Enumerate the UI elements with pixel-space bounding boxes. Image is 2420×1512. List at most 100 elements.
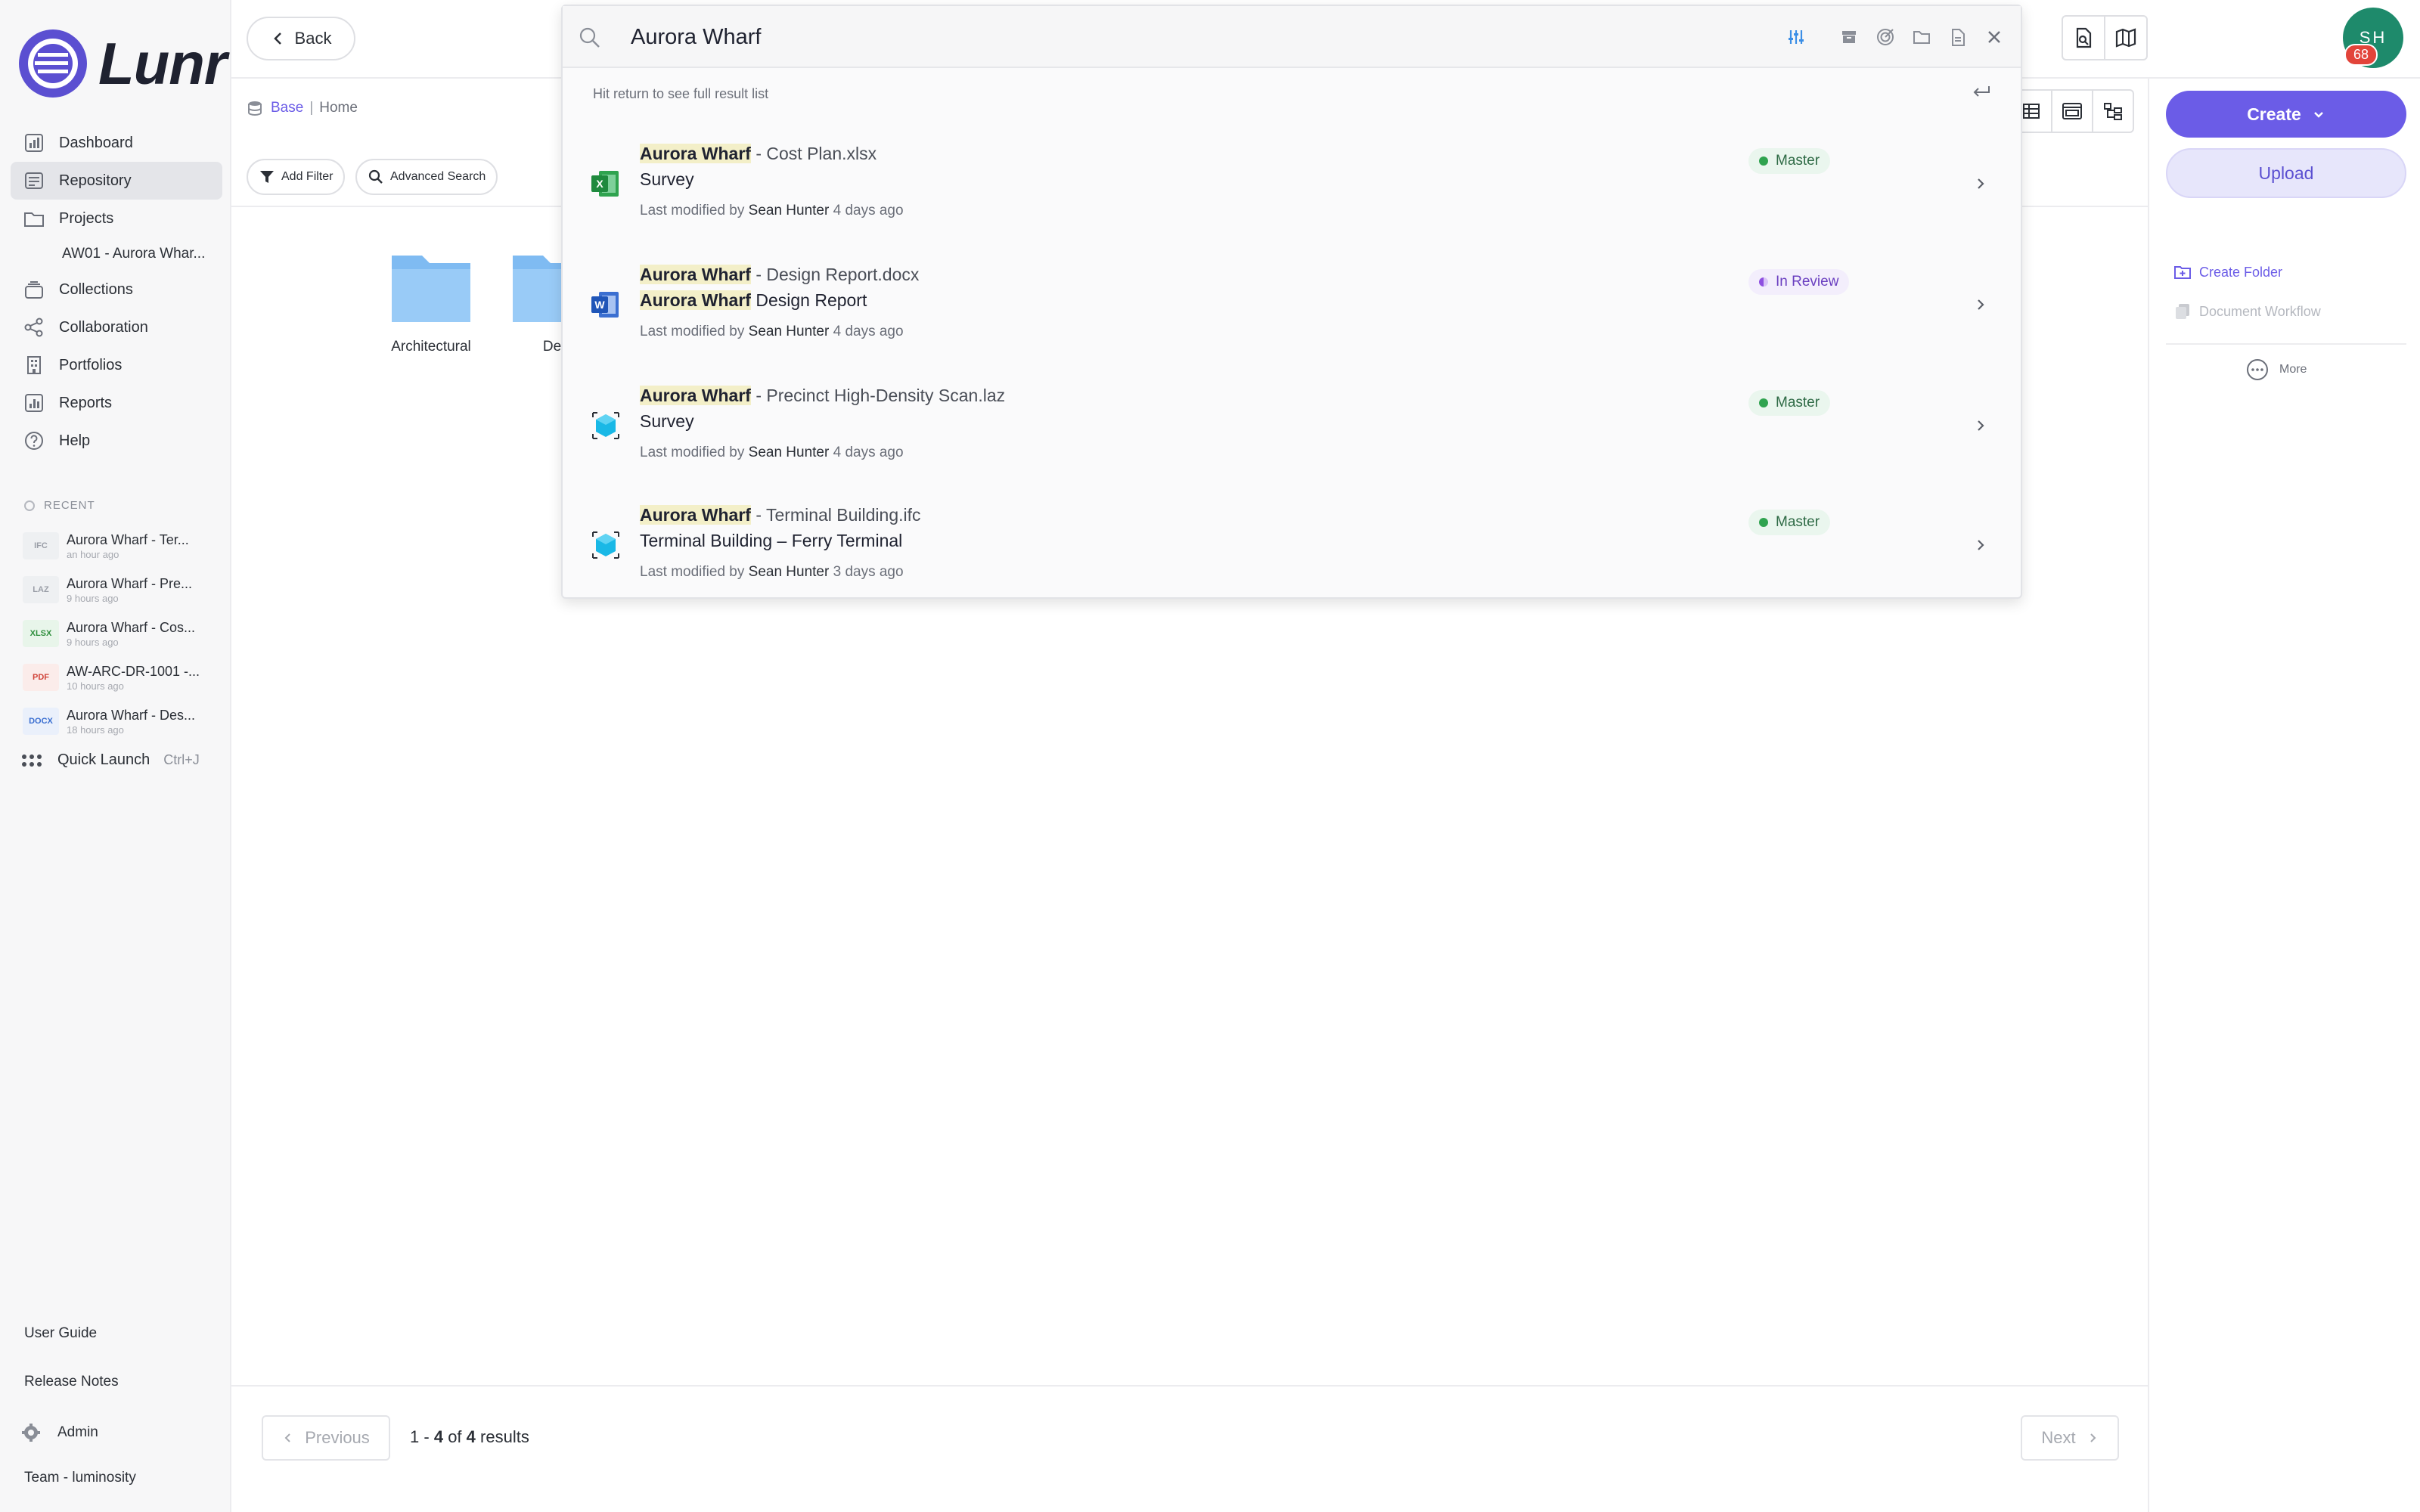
upload-button[interactable]: Upload <box>2166 148 2406 198</box>
sidebar-item-projects[interactable]: Projects <box>11 200 222 237</box>
sidebar-item-reports[interactable]: Reports <box>11 384 222 422</box>
team-switcher[interactable]: Team - luminosity <box>24 1470 136 1486</box>
result-title-rest: - Terminal Building.ifc <box>750 505 921 525</box>
share-icon <box>24 318 43 337</box>
tree-view-button[interactable] <box>2092 89 2134 133</box>
more-icon <box>2247 359 2268 380</box>
status-badge: In Review <box>1748 269 1850 295</box>
point-cloud-file-icon <box>592 412 619 439</box>
result-meta-user: Sean Hunter <box>748 445 830 460</box>
result-title-highlight: Aurora Wharf <box>640 265 751 284</box>
recent-item-time: an hour ago <box>67 548 119 560</box>
search-result-item[interactable]: Aurora Wharf - Terminal Building.ifc Ter… <box>563 488 2021 609</box>
chevron-right-icon <box>1978 420 1984 431</box>
svg-text:X: X <box>596 178 603 190</box>
document-search-button[interactable] <box>2062 15 2105 60</box>
result-meta-prefix: Last modified by <box>640 445 745 460</box>
sidebar-item-collaboration[interactable]: Collaboration <box>11 308 222 346</box>
actions-panel: Create Upload Create Folder Document Wor… <box>2148 79 2420 1512</box>
quick-launch-button[interactable]: Quick Launch Ctrl+J <box>21 751 200 769</box>
chevron-left-icon <box>284 1433 290 1442</box>
create-folder-link[interactable]: Create Folder <box>2173 263 2282 281</box>
back-label: Back <box>294 29 332 48</box>
sidebar-item-label: Projects <box>59 209 114 227</box>
sidebar-item-label: Reports <box>59 394 113 411</box>
word-file-icon: W <box>591 292 619 318</box>
archive-filter-button[interactable] <box>1836 24 1862 50</box>
target-filter-button[interactable] <box>1872 24 1898 50</box>
sidebar-item-project-aw01[interactable]: AW01 - Aurora Whar... <box>11 237 222 271</box>
result-title-highlight: Aurora Wharf <box>640 386 751 405</box>
chevron-down-icon <box>2313 112 2323 118</box>
result-title-highlight: Aurora Wharf <box>640 505 751 525</box>
result-subtitle-rest: Terminal Building – Ferry Terminal <box>640 531 903 550</box>
status-dot-icon <box>1759 156 1768 166</box>
recent-item-name: AW-ARC-DR-1001 -... <box>67 663 200 679</box>
result-meta-prefix: Last modified by <box>640 203 745 218</box>
search-filters-button[interactable] <box>1783 24 1809 50</box>
result-subtitle-rest: Survey <box>640 169 694 189</box>
map-view-button[interactable] <box>2104 15 2148 60</box>
recent-item-name: Aurora Wharf - Pre... <box>67 575 193 591</box>
search-result-item[interactable]: W Aurora Wharf - Design Report.docx Auro… <box>563 248 2021 369</box>
breadcrumb-base-link[interactable]: Base <box>271 100 303 116</box>
status-label: In Review <box>1776 274 1839 290</box>
release-notes-link[interactable]: Release Notes <box>24 1374 119 1390</box>
back-button[interactable]: Back <box>247 17 355 60</box>
result-meta-when: 4 days ago <box>833 324 904 339</box>
admin-link[interactable]: Admin <box>20 1421 98 1444</box>
folder-filter-button[interactable] <box>1909 24 1934 50</box>
search-input[interactable] <box>629 20 1537 54</box>
document-icon <box>1952 29 1965 46</box>
status-half-dot-icon <box>1759 277 1768 287</box>
recent-item[interactable]: DOCX Aurora Wharf - Des... 18 hours ago <box>23 700 219 742</box>
add-filter-label: Add Filter <box>281 170 334 183</box>
more-button[interactable]: More <box>2246 358 2307 381</box>
sidebar-item-dashboard[interactable]: Dashboard <box>11 124 222 162</box>
result-title-rest: - Cost Plan.xlsx <box>750 144 877 163</box>
result-subtitle: Terminal Building – Ferry Terminal <box>640 531 902 551</box>
enter-key-icon <box>1973 86 1990 97</box>
result-meta-prefix: Last modified by <box>640 324 745 339</box>
sidebar-item-help[interactable]: Help <box>11 422 222 460</box>
sidebar-item-collections[interactable]: Collections <box>11 271 222 308</box>
create-button[interactable]: Create <box>2166 91 2406 138</box>
recent-item-name: Aurora Wharf - Cos... <box>67 619 196 635</box>
more-label: More <box>2279 363 2307 376</box>
add-filter-button[interactable]: Add Filter <box>247 159 346 195</box>
previous-page-button[interactable]: Previous <box>262 1415 390 1461</box>
filter-icon <box>260 171 274 183</box>
result-meta: Last modified by Sean Hunter 4 days ago <box>640 324 904 340</box>
status-label: Master <box>1776 514 1820 530</box>
logo[interactable]: Lunr <box>17 27 227 100</box>
recent-item-time: 9 hours ago <box>67 592 119 604</box>
status-label: Master <box>1776 395 1820 411</box>
search-result-item[interactable]: X Aurora Wharf - Cost Plan.xlsx Survey L… <box>563 127 2021 248</box>
recent-item[interactable]: PDF AW-ARC-DR-1001 -... 10 hours ago <box>23 656 219 699</box>
sidebar-item-portfolios[interactable]: Portfolios <box>11 346 222 384</box>
advanced-search-button[interactable]: Advanced Search <box>355 159 498 195</box>
sidebar-item-repository[interactable]: Repository <box>11 162 222 200</box>
table-icon <box>2023 104 2040 119</box>
user-guide-link[interactable]: User Guide <box>24 1325 97 1342</box>
clear-search-button[interactable] <box>1981 24 2007 50</box>
recent-heading-label: RECENT <box>44 499 95 512</box>
result-title-rest: - Precinct High-Density Scan.laz <box>750 386 1006 405</box>
sidebar-item-label: Help <box>59 432 91 449</box>
recent-item[interactable]: LAZ Aurora Wharf - Pre... 9 hours ago <box>23 569 219 611</box>
preview-view-button[interactable] <box>2051 89 2093 133</box>
sidebar-item-label: Repository <box>59 172 132 189</box>
result-meta-prefix: Last modified by <box>640 564 745 580</box>
next-page-button[interactable]: Next <box>2021 1415 2119 1461</box>
folder-tile[interactable]: Architectural <box>363 249 499 355</box>
recent-item[interactable]: IFC Aurora Wharf - Ter... an hour ago <box>23 525 219 567</box>
recent-item-name: Aurora Wharf - Ter... <box>67 531 189 547</box>
recent-item[interactable]: XLSX Aurora Wharf - Cos... 9 hours ago <box>23 612 219 655</box>
file-type-badge: XLSX <box>23 620 59 647</box>
previous-label: Previous <box>305 1428 370 1447</box>
search-result-item[interactable]: Aurora Wharf - Precinct High-Density Sca… <box>563 369 2021 490</box>
result-meta: Last modified by Sean Hunter 4 days ago <box>640 445 904 461</box>
document-filter-button[interactable] <box>1945 24 1971 50</box>
result-title: Aurora Wharf - Terminal Building.ifc <box>640 505 921 525</box>
search-icon <box>579 27 600 48</box>
